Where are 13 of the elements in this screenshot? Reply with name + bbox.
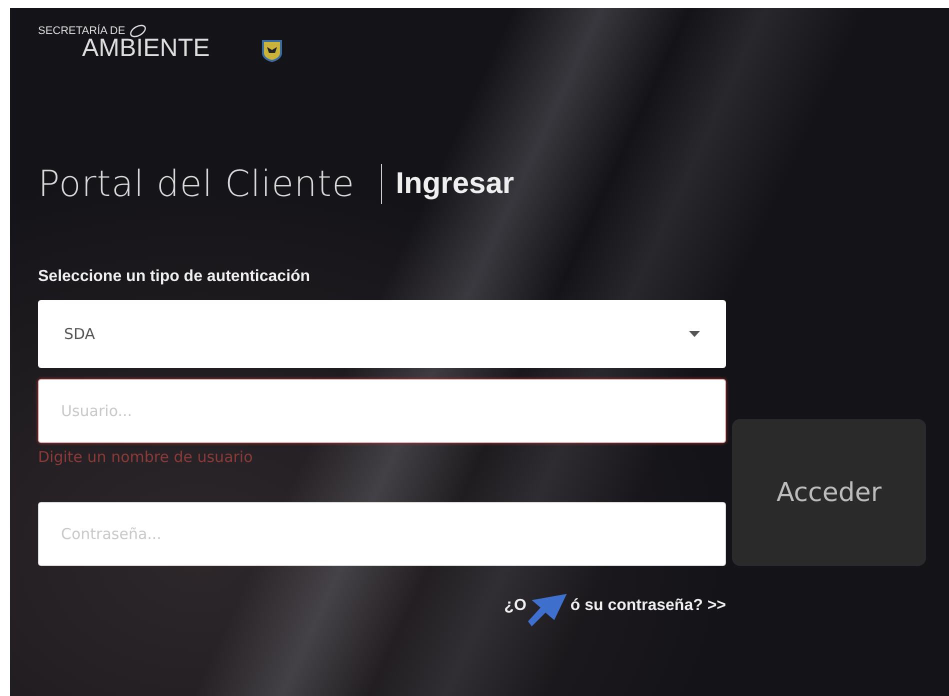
logo-text: SECRETARÍA DE xyxy=(38,25,126,37)
submit-button[interactable]: Acceder xyxy=(732,419,926,566)
leaf-icon xyxy=(129,24,148,38)
page-subtitle: Ingresar xyxy=(396,167,514,201)
auth-type-dropdown[interactable]: SDA xyxy=(38,300,726,368)
caret-icon xyxy=(689,331,700,337)
logo-text: AMBIENTE xyxy=(82,35,210,61)
field-label: Seleccione un tipo de autenticación xyxy=(38,268,312,286)
forgot-password-link[interactable]: ó su contraseña? >> xyxy=(570,597,726,615)
crest-icon xyxy=(262,40,282,62)
forgot-password-link[interactable]: ¿O xyxy=(504,597,526,615)
page-title: Portal del Cliente xyxy=(38,164,355,204)
error-message: Digite un nombre de usuario xyxy=(38,447,254,468)
